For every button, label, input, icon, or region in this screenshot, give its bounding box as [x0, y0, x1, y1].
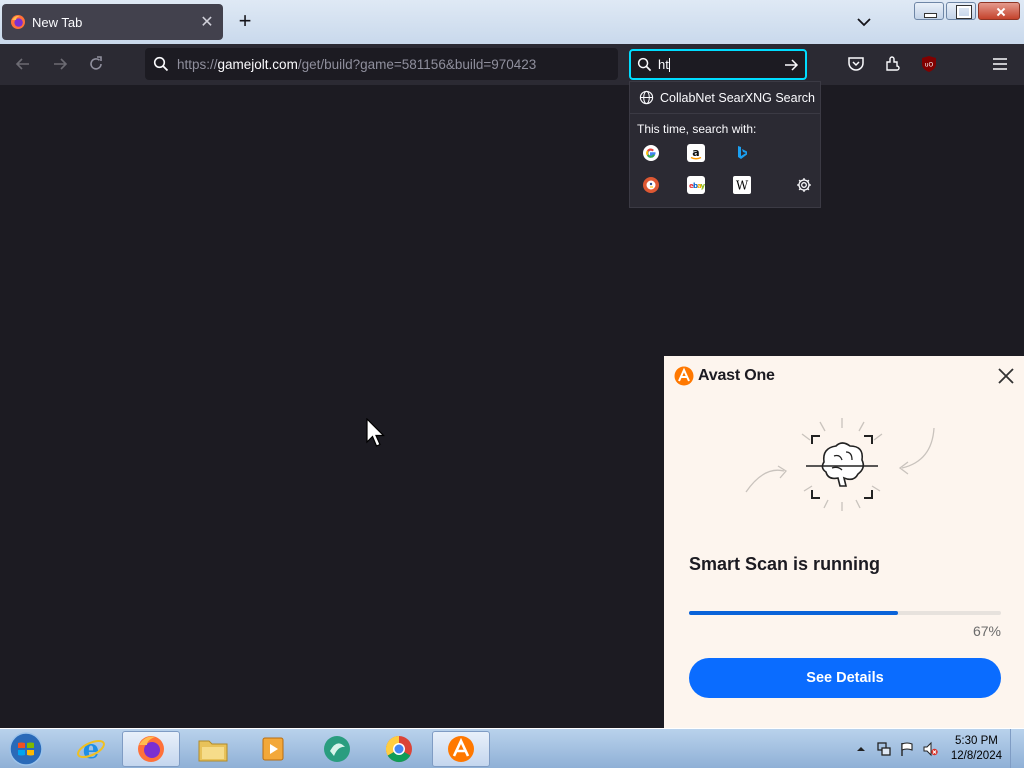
amazon-icon: a — [687, 144, 705, 162]
minimize-button[interactable] — [914, 2, 944, 20]
extensions-icon[interactable] — [883, 54, 903, 74]
url-bar[interactable]: https://gamejolt.com/get/build?game=5811… — [145, 48, 618, 80]
pocket-icon[interactable] — [846, 54, 866, 74]
close-icon[interactable] — [996, 366, 1016, 386]
show-hidden-icons-icon[interactable] — [853, 741, 869, 757]
taskbar-avast[interactable] — [432, 731, 490, 767]
go-arrow-icon[interactable] — [783, 57, 799, 73]
close-window-button[interactable] — [978, 2, 1020, 20]
tab-title: New Tab — [32, 14, 83, 30]
media-player-icon — [262, 737, 284, 761]
clock[interactable]: 5:30 PM 12/8/2024 — [951, 734, 1002, 764]
taskbar: e 5:30 PM 12/8/2024 — [0, 728, 1024, 768]
svg-text:uO: uO — [925, 62, 934, 69]
scan-status: Smart Scan is running — [689, 554, 881, 574]
internet-explorer-icon: e — [77, 735, 105, 764]
gear-icon — [797, 178, 811, 192]
search-with-label: This time, search with: — [637, 122, 757, 136]
scan-progress-fill — [689, 611, 899, 615]
search-icon — [637, 57, 652, 72]
taskbar-file-explorer[interactable] — [184, 731, 242, 767]
svg-text:e: e — [83, 735, 100, 764]
menu-icon[interactable] — [990, 54, 1010, 74]
svg-text:a: a — [692, 146, 699, 159]
wikipedia-engine-button[interactable]: W — [733, 176, 751, 194]
taskbar-internet-explorer[interactable]: e — [62, 731, 120, 767]
tab-new-tab[interactable]: New Tab ✕ — [2, 4, 223, 40]
chevron-down-icon[interactable] — [854, 12, 874, 32]
url-text: https://gamejolt.com/get/build?game=5811… — [177, 56, 537, 72]
search-suggestions-panel: CollabNet SearXNG Search This time, sear… — [629, 81, 821, 208]
action-center-flag-icon[interactable] — [899, 741, 915, 757]
back-arrow-icon[interactable] — [13, 54, 33, 74]
search-bar[interactable]: ht — [629, 49, 807, 80]
ebay-engine-button[interactable]: e b a y — [687, 176, 705, 194]
google-icon — [643, 145, 659, 161]
reload-icon[interactable] — [86, 54, 106, 74]
app-icon — [324, 736, 350, 762]
ebay-icon: e b a y — [687, 176, 705, 194]
close-tab-icon[interactable]: ✕ — [199, 12, 215, 32]
brain-scan-illustration — [745, 418, 935, 511]
amazon-engine-button[interactable]: a — [687, 144, 705, 162]
new-tab-button[interactable]: + — [234, 10, 256, 32]
tab-strip: New Tab ✕ + — [0, 0, 1024, 44]
svg-text:W: W — [736, 179, 749, 193]
taskbar-firefox[interactable] — [122, 731, 180, 767]
nav-toolbar: https://gamejolt.com/get/build?game=5811… — [0, 44, 1024, 85]
search-input[interactable]: ht — [658, 57, 783, 73]
taskbar-app[interactable] — [308, 731, 366, 767]
avast-notification: Avast One Smart Scan is running 67% See … — [664, 356, 1024, 728]
google-engine-button[interactable] — [642, 144, 660, 162]
window-controls — [914, 2, 1020, 20]
firefox-icon — [11, 15, 25, 29]
firefox-icon — [138, 736, 164, 762]
one-off-engines: a e b a y W — [630, 136, 820, 206]
bing-engine-button[interactable] — [733, 144, 751, 162]
search-settings-button[interactable] — [795, 176, 813, 194]
network-icon[interactable] — [876, 741, 892, 757]
maximize-button[interactable] — [946, 2, 976, 20]
show-desktop-button[interactable] — [1010, 729, 1024, 768]
scan-progress-percent: 67% — [972, 623, 1001, 639]
svg-text:y: y — [701, 182, 706, 190]
ublock-icon[interactable]: uO — [919, 54, 939, 74]
mouse-cursor-icon — [366, 418, 385, 447]
duckduckgo-engine-button[interactable] — [642, 176, 660, 194]
clock-date: 12/8/2024 — [950, 750, 1002, 762]
duckduckgo-icon — [643, 177, 659, 193]
avast-brand: Avast One — [698, 367, 775, 384]
search-engine-result[interactable]: CollabNet SearXNG Search — [630, 82, 820, 114]
folder-icon — [198, 740, 228, 762]
clock-time: 5:30 PM — [955, 735, 998, 747]
engine-result-label: CollabNet SearXNG Search — [660, 90, 815, 105]
volume-muted-icon[interactable] — [922, 741, 938, 757]
avast-logo-icon — [674, 366, 694, 386]
taskbar-media-player[interactable] — [244, 731, 302, 767]
search-icon — [153, 56, 169, 72]
start-button[interactable] — [6, 731, 46, 767]
globe-icon — [639, 90, 654, 105]
bing-icon — [738, 146, 747, 159]
taskbar-chrome[interactable] — [370, 731, 428, 767]
see-details-button[interactable]: See Details — [689, 658, 1001, 698]
scan-progress-bar — [689, 611, 1001, 615]
avast-logo-icon — [448, 736, 474, 762]
wikipedia-icon: W — [733, 176, 751, 194]
system-tray: 5:30 PM 12/8/2024 — [853, 729, 1024, 768]
chrome-icon — [385, 735, 412, 763]
avast-header: Avast One — [674, 366, 775, 386]
forward-arrow-icon[interactable] — [50, 54, 70, 74]
